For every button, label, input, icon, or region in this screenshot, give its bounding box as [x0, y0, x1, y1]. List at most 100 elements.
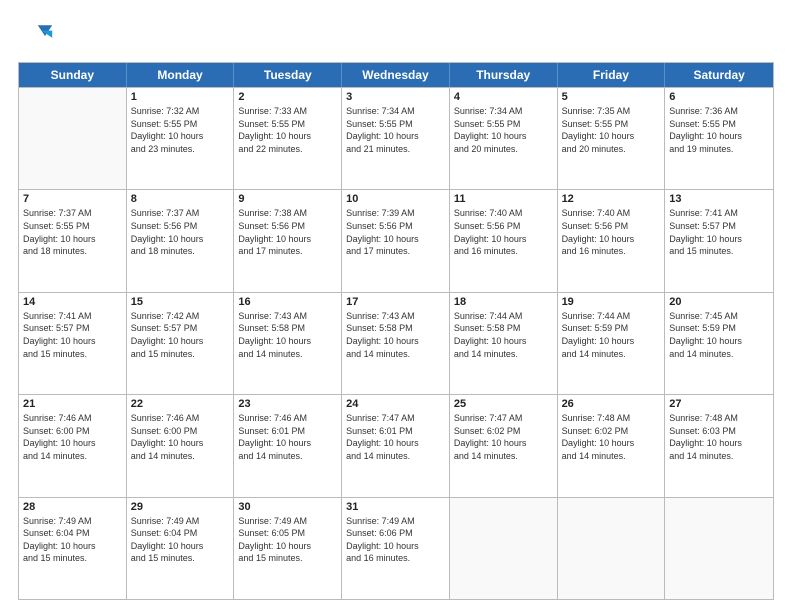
day-number: 15 — [131, 296, 230, 308]
day-info: Sunrise: 7:43 AM Sunset: 5:58 PM Dayligh… — [238, 310, 337, 360]
calendar-header: SundayMondayTuesdayWednesdayThursdayFrid… — [19, 63, 773, 87]
day-info: Sunrise: 7:46 AM Sunset: 6:00 PM Dayligh… — [23, 412, 122, 462]
weekday-header-wednesday: Wednesday — [342, 63, 450, 87]
day-info: Sunrise: 7:49 AM Sunset: 6:04 PM Dayligh… — [23, 515, 122, 565]
calendar-cell: 30 Sunrise: 7:49 AM Sunset: 6:05 PM Dayli… — [234, 498, 342, 599]
day-number: 4 — [454, 91, 553, 103]
calendar-cell: 28 Sunrise: 7:49 AM Sunset: 6:04 PM Dayli… — [19, 498, 127, 599]
day-number: 20 — [669, 296, 769, 308]
day-number: 8 — [131, 193, 230, 205]
day-info: Sunrise: 7:36 AM Sunset: 5:55 PM Dayligh… — [669, 105, 769, 155]
calendar-cell: 26 Sunrise: 7:48 AM Sunset: 6:02 PM Dayli… — [558, 395, 666, 496]
weekday-header-friday: Friday — [558, 63, 666, 87]
calendar-cell: 2 Sunrise: 7:33 AM Sunset: 5:55 PM Daylig… — [234, 88, 342, 189]
calendar-cell: 27 Sunrise: 7:48 AM Sunset: 6:03 PM Dayli… — [665, 395, 773, 496]
calendar-cell: 7 Sunrise: 7:37 AM Sunset: 5:55 PM Daylig… — [19, 190, 127, 291]
calendar-cell: 22Sunrise: 7:46 AM Sunset: 6:00 PM Dayli… — [127, 395, 235, 496]
calendar-cell — [558, 498, 666, 599]
day-info: Sunrise: 7:33 AM Sunset: 5:55 PM Dayligh… — [238, 105, 337, 155]
day-number: 18 — [454, 296, 553, 308]
day-number: 17 — [346, 296, 445, 308]
day-info: Sunrise: 7:49 AM Sunset: 6:06 PM Dayligh… — [346, 515, 445, 565]
day-number: 29 — [131, 501, 230, 513]
calendar-cell — [450, 498, 558, 599]
day-number: 25 — [454, 398, 553, 410]
day-number: 26 — [562, 398, 661, 410]
calendar-cell: 3 Sunrise: 7:34 AM Sunset: 5:55 PM Daylig… — [342, 88, 450, 189]
day-number: 1 — [131, 91, 230, 103]
calendar-cell: 5 Sunrise: 7:35 AM Sunset: 5:55 PM Daylig… — [558, 88, 666, 189]
weekday-header-monday: Monday — [127, 63, 235, 87]
day-number: 27 — [669, 398, 769, 410]
day-number: 13 — [669, 193, 769, 205]
day-info: Sunrise: 7:40 AM Sunset: 5:56 PM Dayligh… — [454, 207, 553, 257]
day-number: 24 — [346, 398, 445, 410]
calendar-cell: 29 Sunrise: 7:49 AM Sunset: 6:04 PM Dayli… — [127, 498, 235, 599]
day-info: Sunrise: 7:46 AM Sunset: 6:01 PM Dayligh… — [238, 412, 337, 462]
day-number: 28 — [23, 501, 122, 513]
day-info: Sunrise: 7:49 AM Sunset: 6:05 PM Dayligh… — [238, 515, 337, 565]
day-info: Sunrise: 7:42 AM Sunset: 5:57 PM Dayligh… — [131, 310, 230, 360]
day-info: Sunrise: 7:48 AM Sunset: 6:02 PM Dayligh… — [562, 412, 661, 462]
day-number: 31 — [346, 501, 445, 513]
day-number: 3 — [346, 91, 445, 103]
day-number: 2 — [238, 91, 337, 103]
day-info: Sunrise: 7:44 AM Sunset: 5:59 PM Dayligh… — [562, 310, 661, 360]
day-number: 30 — [238, 501, 337, 513]
calendar-cell: 20 Sunrise: 7:45 AM Sunset: 5:59 PM Dayli… — [665, 293, 773, 394]
header — [18, 18, 774, 54]
day-info: Sunrise: 7:35 AM Sunset: 5:55 PM Dayligh… — [562, 105, 661, 155]
day-info: Sunrise: 7:44 AM Sunset: 5:58 PM Dayligh… — [454, 310, 553, 360]
day-info: Sunrise: 7:37 AM Sunset: 5:56 PM Dayligh… — [131, 207, 230, 257]
calendar-cell: 18 Sunrise: 7:44 AM Sunset: 5:58 PM Dayli… — [450, 293, 558, 394]
calendar-row-3: 21 Sunrise: 7:46 AM Sunset: 6:00 PM Dayli… — [19, 394, 773, 496]
day-number: 11 — [454, 193, 553, 205]
day-info: Sunrise: 7:47 AM Sunset: 6:01 PM Dayligh… — [346, 412, 445, 462]
day-number: 23 — [238, 398, 337, 410]
day-info: Sunrise: 7:45 AM Sunset: 5:59 PM Dayligh… — [669, 310, 769, 360]
calendar-row-0: 1 Sunrise: 7:32 AM Sunset: 5:55 PM Daylig… — [19, 87, 773, 189]
calendar-row-2: 14 Sunrise: 7:41 AM Sunset: 5:57 PM Dayli… — [19, 292, 773, 394]
day-number: 22 — [131, 398, 230, 410]
logo-icon — [18, 18, 54, 54]
page: SundayMondayTuesdayWednesdayThursdayFrid… — [0, 0, 792, 612]
calendar-cell — [665, 498, 773, 599]
calendar-cell: 4 Sunrise: 7:34 AM Sunset: 5:55 PM Daylig… — [450, 88, 558, 189]
day-info: Sunrise: 7:37 AM Sunset: 5:55 PM Dayligh… — [23, 207, 122, 257]
calendar-cell: 16 Sunrise: 7:43 AM Sunset: 5:58 PM Dayli… — [234, 293, 342, 394]
day-info: Sunrise: 7:34 AM Sunset: 5:55 PM Dayligh… — [454, 105, 553, 155]
day-number: 6 — [669, 91, 769, 103]
calendar-cell: 17 Sunrise: 7:43 AM Sunset: 5:58 PM Dayli… — [342, 293, 450, 394]
calendar-cell: 11 Sunrise: 7:40 AM Sunset: 5:56 PM Dayli… — [450, 190, 558, 291]
day-info: Sunrise: 7:39 AM Sunset: 5:56 PM Dayligh… — [346, 207, 445, 257]
day-info: Sunrise: 7:47 AM Sunset: 6:02 PM Dayligh… — [454, 412, 553, 462]
calendar-cell: 12Sunrise: 7:40 AM Sunset: 5:56 PM Dayli… — [558, 190, 666, 291]
day-number: 5 — [562, 91, 661, 103]
calendar-cell: 31 Sunrise: 7:49 AM Sunset: 6:06 PM Dayli… — [342, 498, 450, 599]
day-number: 19 — [562, 296, 661, 308]
day-info: Sunrise: 7:38 AM Sunset: 5:56 PM Dayligh… — [238, 207, 337, 257]
calendar-cell: 14 Sunrise: 7:41 AM Sunset: 5:57 PM Dayli… — [19, 293, 127, 394]
day-info: Sunrise: 7:34 AM Sunset: 5:55 PM Dayligh… — [346, 105, 445, 155]
day-number: 7 — [23, 193, 122, 205]
day-info: Sunrise: 7:41 AM Sunset: 5:57 PM Dayligh… — [669, 207, 769, 257]
calendar-row-4: 28 Sunrise: 7:49 AM Sunset: 6:04 PM Dayli… — [19, 497, 773, 599]
day-info: Sunrise: 7:41 AM Sunset: 5:57 PM Dayligh… — [23, 310, 122, 360]
calendar-cell: 19 Sunrise: 7:44 AM Sunset: 5:59 PM Dayli… — [558, 293, 666, 394]
day-info: Sunrise: 7:43 AM Sunset: 5:58 PM Dayligh… — [346, 310, 445, 360]
day-number: 14 — [23, 296, 122, 308]
day-number: 16 — [238, 296, 337, 308]
calendar-cell: 9 Sunrise: 7:38 AM Sunset: 5:56 PM Daylig… — [234, 190, 342, 291]
calendar-cell: 8 Sunrise: 7:37 AM Sunset: 5:56 PM Daylig… — [127, 190, 235, 291]
day-info: Sunrise: 7:48 AM Sunset: 6:03 PM Dayligh… — [669, 412, 769, 462]
calendar-cell: 10 Sunrise: 7:39 AM Sunset: 5:56 PM Dayli… — [342, 190, 450, 291]
day-info: Sunrise: 7:40 AM Sunset: 5:56 PM Dayligh… — [562, 207, 661, 257]
day-number: 9 — [238, 193, 337, 205]
weekday-header-tuesday: Tuesday — [234, 63, 342, 87]
day-info: Sunrise: 7:49 AM Sunset: 6:04 PM Dayligh… — [131, 515, 230, 565]
day-number: 10 — [346, 193, 445, 205]
day-number: 21 — [23, 398, 122, 410]
calendar-cell: 21 Sunrise: 7:46 AM Sunset: 6:00 PM Dayli… — [19, 395, 127, 496]
day-info: Sunrise: 7:32 AM Sunset: 5:55 PM Dayligh… — [131, 105, 230, 155]
calendar-cell: 15 Sunrise: 7:42 AM Sunset: 5:57 PM Dayli… — [127, 293, 235, 394]
